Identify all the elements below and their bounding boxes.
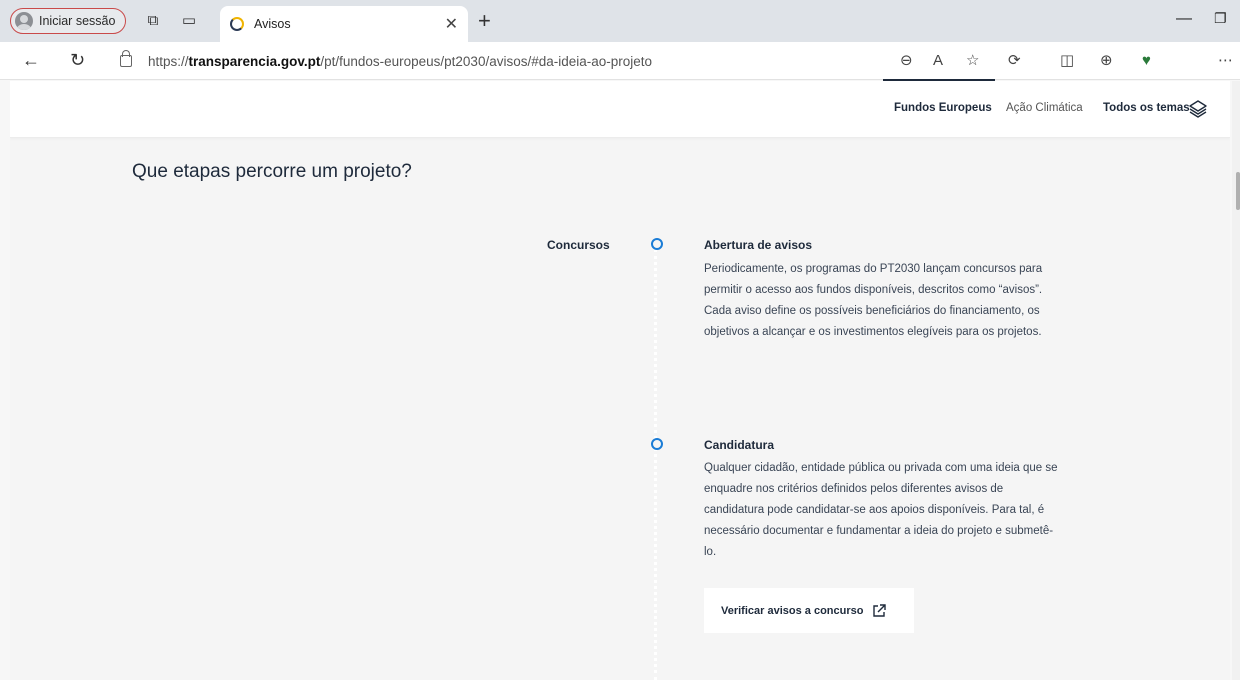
- new-tab-icon[interactable]: +: [478, 8, 491, 34]
- text-line: Cada aviso define os possíveis beneficiá…: [704, 305, 1040, 317]
- site-header: Fundos Europeus Ação Climática Todos os …: [10, 81, 1230, 138]
- page-viewport: Fundos Europeus Ação Climática Todos os …: [10, 81, 1230, 680]
- section-title: Que etapas percorre um projeto?: [132, 161, 412, 182]
- timeline-dot: [651, 438, 663, 450]
- restore-window-icon[interactable]: ❐: [1214, 10, 1227, 27]
- url-path: /pt/fundos-europeus/pt2030/avisos/#da-id…: [320, 53, 653, 69]
- text-line: lo.: [704, 546, 717, 558]
- url-prefix: https://: [148, 53, 189, 69]
- text-line: permitir o acesso aos fundos disponíveis…: [704, 284, 1043, 296]
- step-description-abertura: Periodicamente, os programas do PT2030 l…: [704, 259, 1094, 343]
- tab-avisos[interactable]: Avisos ✕: [220, 6, 468, 42]
- tab-title: Avisos: [254, 17, 291, 31]
- workspaces-icon[interactable]: ⧉: [144, 12, 162, 30]
- extensions-icon[interactable]: ⟳: [1008, 52, 1021, 70]
- loading-icon: [230, 17, 244, 31]
- avatar-icon: [15, 12, 33, 30]
- url-host: transparencia.gov.pt: [188, 53, 321, 69]
- text-line: Periodicamente, os programas do PT2030 l…: [704, 263, 1043, 275]
- browser-tab-bar: Iniciar sessão ⧉ ▭ Avisos ✕ + — ❐: [0, 0, 1240, 42]
- lock-icon: [120, 50, 132, 67]
- step-title-abertura: Abertura de avisos: [704, 238, 813, 252]
- text-line: candidatura pode candidatar-se aos apoio…: [704, 504, 1045, 516]
- browser-essentials-icon[interactable]: ♥: [1142, 52, 1151, 70]
- address-bar-row: ← ↻ https://transparencia.gov.pt/pt/fund…: [0, 42, 1240, 80]
- more-menu-icon[interactable]: ⋯: [1218, 52, 1233, 70]
- step-title-candidatura: Candidatura: [704, 438, 775, 452]
- text-line: Qualquer cidadão, entidade pública ou pr…: [704, 462, 1058, 474]
- timeline-dot: [651, 238, 663, 250]
- collections-icon[interactable]: ⊕: [1100, 52, 1113, 70]
- refresh-icon[interactable]: ↻: [70, 50, 85, 70]
- back-arrow-icon[interactable]: ←: [22, 50, 40, 70]
- split-screen-icon[interactable]: ◫: [1060, 52, 1074, 70]
- external-link-icon: [873, 603, 887, 617]
- nav-acao-climatica[interactable]: Ação Climática: [1006, 102, 1083, 114]
- verificar-avisos-button[interactable]: Verificar avisos a concurso: [704, 588, 914, 633]
- scrollbar-thumb[interactable]: [1236, 172, 1240, 210]
- text-line: necessário documentar e fundamentar a id…: [704, 525, 1054, 537]
- minimize-icon[interactable]: —: [1176, 10, 1192, 28]
- cta-label: Verificar avisos a concurso: [721, 604, 864, 617]
- stage-label-concursos: Concursos: [547, 238, 610, 252]
- url-field[interactable]: https://transparencia.gov.pt/pt/fundos-e…: [112, 47, 972, 75]
- nav-todos-os-temas[interactable]: Todos os temas: [1103, 102, 1190, 114]
- text-line: enquadre nos critérios definidos pelos d…: [704, 483, 1004, 495]
- profile-button[interactable]: Iniciar sessão: [10, 8, 127, 34]
- close-tab-icon[interactable]: ✕: [445, 14, 458, 34]
- text-line: objetivos a alcançar e os investimentos …: [704, 326, 1042, 338]
- tab-actions-icon[interactable]: ▭: [180, 12, 198, 30]
- favorite-star-icon[interactable]: ☆: [966, 52, 979, 70]
- step-description-candidatura: Qualquer cidadão, entidade pública ou pr…: [704, 458, 1094, 563]
- layers-icon[interactable]: [1188, 99, 1208, 119]
- profile-label: Iniciar sessão: [39, 14, 116, 28]
- scrollbar[interactable]: [1232, 81, 1240, 680]
- read-aloud-icon[interactable]: A: [933, 52, 943, 70]
- nav-fundos-europeus[interactable]: Fundos Europeus: [894, 102, 992, 114]
- zoom-icon[interactable]: ⊖: [900, 52, 913, 70]
- timeline-line: [654, 249, 657, 680]
